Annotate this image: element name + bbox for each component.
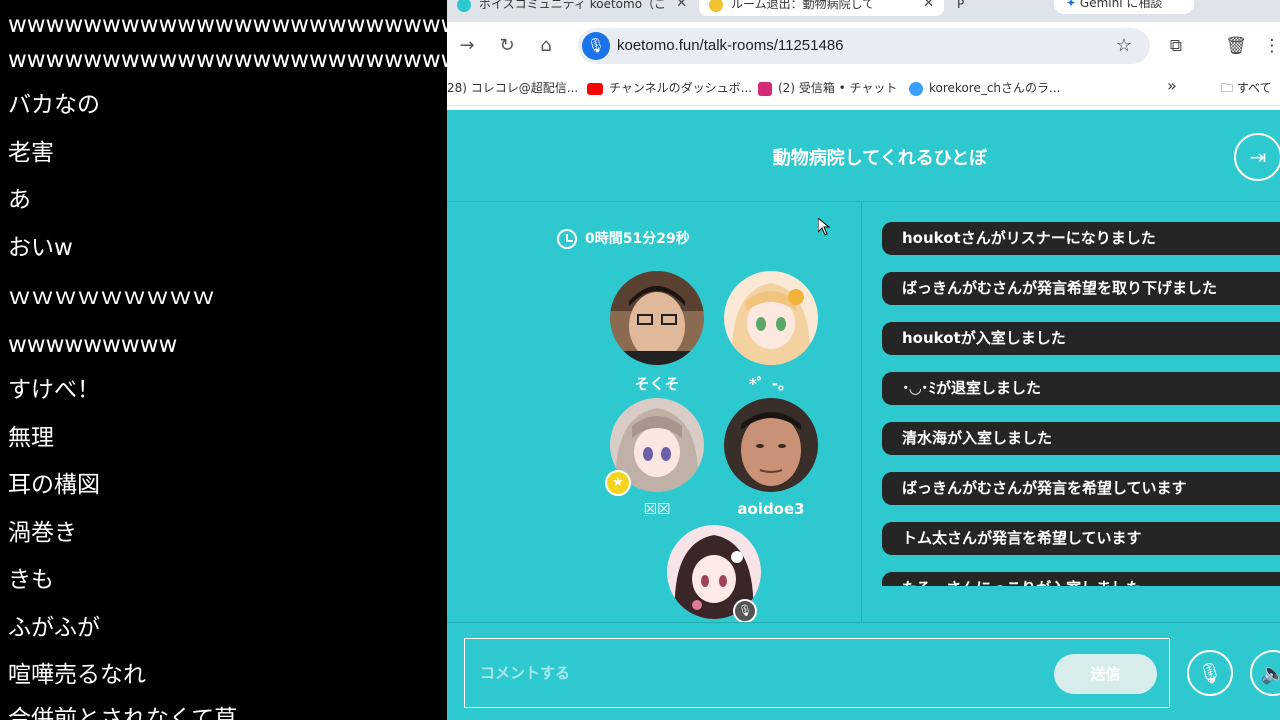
comment-footer: コメントする 送信 🎙 🔈 [447, 622, 1280, 720]
comment-line: wwwwwwwwwwwwwwwwwwwwwwwwww [8, 47, 447, 73]
bookmark-item[interactable]: チャンネルのダッシュボ... [587, 79, 752, 96]
talk-room-page: 動物病院してくれるひとぼ ⇥ 0時間51分29秒 そくそ *゜-。 ★ ☒☒ a… [447, 110, 1280, 720]
reload-icon[interactable]: ↻ [495, 34, 519, 58]
exit-icon[interactable]: ⇥ [1234, 133, 1280, 181]
bookmark-item[interactable]: korekore_chさんのラ... [909, 79, 1060, 96]
avatar-photo-man-2 [724, 398, 818, 492]
speaker-icon[interactable]: 🔈 [1250, 650, 1280, 696]
log-message: ばっきんがむさんが発言を希望しています [882, 472, 1280, 505]
participant-name: *゜-。 [748, 375, 794, 393]
comment-line: 無理 [8, 425, 54, 451]
avatar[interactable] [724, 398, 818, 492]
clock-icon [557, 229, 577, 249]
folder-icon: 🗀 [1221, 81, 1237, 95]
tab-label: P [957, 0, 965, 11]
host-star-icon: ★ [605, 470, 631, 496]
bookmark-label: korekore_chさんのラ... [929, 81, 1061, 95]
event-log: houkotさんがリスナーになりました ばっきんがむさんが発言希望を取り下げまし… [882, 222, 1280, 586]
comment-line: 耳の構図 [8, 472, 100, 498]
room-header: 動物病院してくれるひとぼ ⇥ [447, 110, 1280, 202]
mic-muted-icon: 🎙 [733, 599, 757, 623]
log-message: たろーさんにっこりが入室しました [882, 572, 1280, 586]
comment-line: wwwwwwwww [8, 332, 178, 358]
bookmark-item[interactable]: 28) コレコレ@超配信... [447, 79, 578, 96]
participant-name: そくそ [634, 375, 680, 393]
mouse-cursor-icon [818, 218, 830, 236]
gemini-label: Gemini に相談 [1079, 0, 1163, 10]
browser-toolbar: → ↻ ⌂ 🎙 koetomo.fun/talk-rooms/11251486 … [447, 22, 1280, 70]
close-tab-icon[interactable]: ✕ [676, 0, 687, 16]
avatar-photo-man [610, 271, 704, 365]
elapsed-timer: 0時間51分29秒 [557, 228, 690, 249]
comment-line: ふがふが [8, 615, 100, 641]
comment-line: 合併前とされなくて草 [8, 706, 238, 720]
comment-line: バカなの [8, 92, 100, 118]
room-title: 動物病院してくれるひとぼ [772, 148, 988, 169]
comment-placeholder: コメントする [480, 664, 571, 682]
bookmark-label: (2) 受信箱 • チャット [778, 81, 898, 95]
participant-name: ☒☒ [643, 500, 671, 518]
address-bar[interactable]: 🎙 koetomo.fun/talk-rooms/11251486 ☆ [578, 28, 1150, 64]
comment-line: 老害 [8, 140, 54, 166]
participant-name: aoidoe3 [737, 500, 805, 518]
microphone-icon[interactable]: 🎙 [582, 32, 610, 60]
log-message: houkotさんがリスナーになりました [882, 222, 1280, 255]
panel-divider [861, 202, 862, 622]
tab-room[interactable]: ルーム退出：動物病院して ✕ [699, 0, 944, 16]
log-message: 清水海が入室しました [882, 422, 1280, 455]
microphone-icon[interactable]: 🎙 [1187, 650, 1233, 696]
comment-line: あ [8, 187, 31, 213]
gemini-sparkle-icon: ✦ [1066, 0, 1077, 10]
send-button[interactable]: 送信 [1054, 654, 1157, 694]
menu-dots-icon[interactable]: ⋮ [1260, 34, 1280, 58]
forward-arrow-icon[interactable]: → [455, 34, 479, 58]
comment-line: 渦巻き [8, 520, 77, 546]
comment-line: 喧嘩売るなれ [8, 662, 146, 688]
instagram-icon [758, 81, 772, 96]
bookmark-label: チャンネルのダッシュボ... [609, 81, 753, 95]
tab-other[interactable]: P [947, 0, 1047, 16]
all-bookmarks-folder[interactable]: 🗀 すべて [1221, 79, 1272, 100]
tab-label: ルーム退出：動物病院して [731, 0, 875, 11]
browser-window: ボイスコミュニティ koetomo（こ ✕ ルーム退出：動物病院して ✕ P ✦… [447, 0, 1280, 720]
tab-favicon-icon [709, 0, 723, 12]
tab-strip: ボイスコミュニティ koetomo（こ ✕ ルーム退出：動物病院して ✕ P ✦… [447, 0, 1280, 22]
log-message: ばっきんがむさんが発言希望を取り下げました [882, 272, 1280, 305]
tab-label: ボイスコミュニティ koetomo（こ [479, 0, 667, 11]
trash-icon[interactable]: 🗑 [1224, 34, 1248, 58]
url-text[interactable]: koetomo.fun/talk-rooms/11251486 [617, 28, 844, 64]
comment-input[interactable]: コメントする 送信 [464, 638, 1170, 708]
log-message: ･◡･ﾐが退室しました [882, 372, 1280, 405]
avatar-anime-girl-blonde [724, 271, 818, 365]
log-message: houkotが入室しました [882, 322, 1280, 355]
home-icon[interactable]: ⌂ [534, 34, 558, 58]
timer-text: 0時間51分29秒 [585, 231, 690, 247]
comment-line: すけべ！ [8, 377, 100, 403]
bookmark-item[interactable]: (2) 受信箱 • チャット [758, 79, 897, 96]
screen: wwwwwwwwwwwwwwwwwwwwwww www wwwwwwwwwwwww… [0, 0, 1280, 720]
all-bookmarks-label: すべて [1236, 81, 1272, 95]
extensions-puzzle-icon[interactable]: ⧉ [1164, 34, 1188, 58]
log-message: トム太さんが発言を希望しています [882, 522, 1280, 555]
bookmark-star-icon[interactable]: ☆ [1116, 28, 1132, 64]
youtube-icon [587, 82, 603, 95]
bookmarks-bar: 28) コレコレ@超配信... チャンネルのダッシュボ... (2) 受信箱 •… [447, 70, 1280, 106]
twitcasting-icon [909, 81, 923, 96]
avatar[interactable] [724, 271, 818, 365]
avatar[interactable] [610, 271, 704, 365]
gemini-button[interactable]: ✦ Gemini に相談 [1054, 0, 1194, 14]
comment-stream: wwwwwwwwwwwwwwwwwwwwwww www wwwwwwwwwwwww… [0, 0, 447, 720]
comment-line: きも [8, 567, 54, 593]
koetomo-favicon-icon [457, 0, 471, 12]
comment-line: ｗｗｗｗｗｗｗｗｗ [8, 284, 215, 310]
more-bookmarks-icon[interactable]: » [1167, 76, 1177, 95]
bookmark-label: 28) コレコレ@超配信... [447, 81, 579, 95]
tab-koetomo[interactable]: ボイスコミュニティ koetomo（こ ✕ [447, 0, 697, 16]
close-tab-icon[interactable]: ✕ [923, 0, 934, 16]
comment-line: wwwwwwwwwwwwwwwwwwwwwwwwww [8, 12, 447, 38]
comment-line: おいw [8, 235, 73, 261]
